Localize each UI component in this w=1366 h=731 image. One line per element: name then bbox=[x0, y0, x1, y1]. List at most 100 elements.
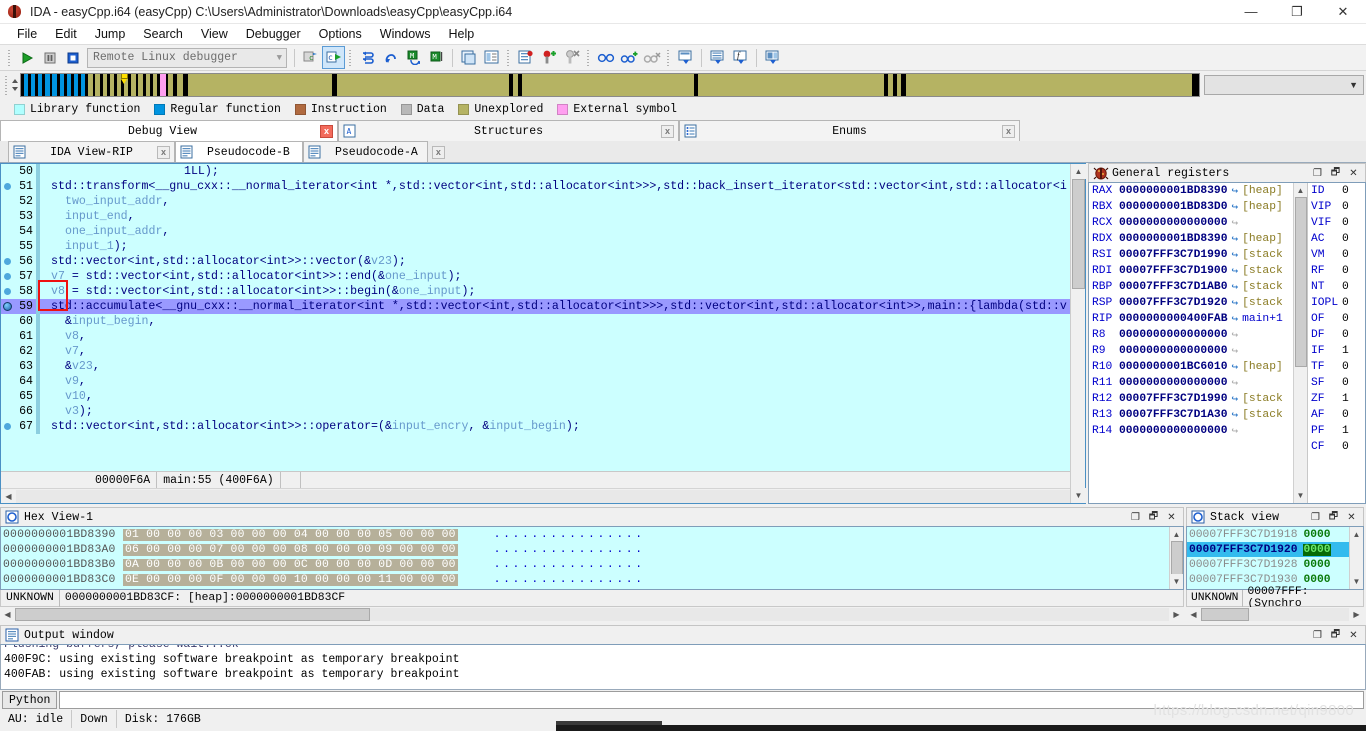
open-subviews-icon[interactable] bbox=[481, 47, 502, 68]
menu-file[interactable]: File bbox=[8, 25, 46, 43]
hex-bytes[interactable]: 0E 00 00 00 0F 00 00 00 10 00 00 00 11 0… bbox=[123, 573, 458, 586]
scroll-down-arrow[interactable]: ▼ bbox=[1294, 488, 1307, 503]
flag-value[interactable]: 1 bbox=[1342, 393, 1349, 405]
register-value[interactable]: 0000000001BD8390 bbox=[1119, 233, 1227, 245]
register-rows[interactable]: RAX 0000000001BD8390 ↪ [heap] RBX 0000000001B… bbox=[1089, 183, 1293, 503]
run-to-cursor-icon[interactable]: M bbox=[403, 47, 424, 68]
flag-value[interactable]: 0 bbox=[1342, 361, 1349, 373]
restore-icon[interactable]: 🗗 bbox=[1328, 511, 1339, 523]
hex-row[interactable]: 0000000001BD83B0 0A 00 00 00 0B 00 00 00 … bbox=[1, 557, 1169, 572]
stack-vscrollbar[interactable]: ▲ ▼ bbox=[1349, 527, 1363, 589]
pseudocode-line[interactable]: 57 v7 = std::vector<int,std::allocator<in… bbox=[1, 269, 1085, 284]
breakpoint-dot[interactable] bbox=[1, 423, 14, 430]
follow-arrow-icon[interactable]: ↪ bbox=[1231, 248, 1238, 262]
scroll-up-arrow[interactable]: ▲ bbox=[1170, 527, 1183, 542]
register-value[interactable]: 0000000000000000 bbox=[1119, 329, 1227, 341]
hex-hscrollbar[interactable]: ◀ ▶ bbox=[0, 607, 1184, 622]
minimize-icon[interactable]: ❐ bbox=[1312, 630, 1323, 641]
close-icon[interactable]: x bbox=[431, 145, 445, 159]
menu-debugger[interactable]: Debugger bbox=[237, 25, 310, 43]
pseudocode-line[interactable]: 59 std::accumulate<__gnu_cxx::__normal_it… bbox=[1, 299, 1085, 314]
pseudocode-line[interactable]: 54 one_input_addr, bbox=[1, 224, 1085, 239]
register-row[interactable]: R9 0000000000000000 ↪ bbox=[1089, 343, 1293, 359]
stack-value[interactable]: 0000 bbox=[1303, 559, 1330, 571]
watch-list-icon[interactable] bbox=[595, 47, 616, 68]
minimize-icon[interactable]: ❐ bbox=[1312, 168, 1323, 179]
follow-arrow-icon[interactable]: ↪ bbox=[1231, 232, 1238, 246]
segments-list-icon[interactable] bbox=[762, 47, 783, 68]
stack-hscrollbar[interactable]: ◀ ▶ bbox=[1186, 607, 1364, 622]
scroll-track[interactable] bbox=[1201, 608, 1349, 621]
python-mode-button[interactable]: Python bbox=[2, 691, 58, 709]
scroll-left-arrow[interactable]: ◀ bbox=[0, 608, 15, 622]
register-value[interactable]: 00007FFF3C7D1920 bbox=[1119, 297, 1227, 309]
flag-row[interactable]: SF 0 bbox=[1308, 375, 1365, 391]
detach-process-icon[interactable]: c bbox=[322, 46, 345, 69]
flag-row[interactable]: CF 0 bbox=[1308, 439, 1365, 455]
toolbar-grip-4[interactable] bbox=[585, 48, 592, 67]
stack-row[interactable]: 00007FFF3C7D1920 0000 bbox=[1187, 542, 1349, 557]
register-row[interactable]: RIP 0000000000400FAB ↪ main+1 bbox=[1089, 311, 1293, 327]
register-value[interactable]: 0000000001BC6010 bbox=[1119, 361, 1227, 373]
hex-row[interactable]: 0000000001BD8390 01 00 00 00 03 00 00 00 … bbox=[1, 527, 1169, 542]
register-value[interactable]: 0000000000400FAB bbox=[1119, 313, 1227, 325]
flag-row[interactable]: VIF 0 bbox=[1308, 215, 1365, 231]
delete-breakpoint-icon[interactable] bbox=[561, 47, 582, 68]
register-row[interactable]: RSI 00007FFF3C7D1990 ↪ [stack bbox=[1089, 247, 1293, 263]
stack-value[interactable]: 0000 bbox=[1303, 574, 1330, 586]
current-ip-marker[interactable] bbox=[1, 302, 14, 311]
register-value[interactable]: 00007FFF3C7D1AB0 bbox=[1119, 281, 1227, 293]
hex-bytes[interactable]: 01 00 00 00 03 00 00 00 04 00 00 00 05 0… bbox=[123, 528, 458, 541]
flag-rows[interactable]: ID 0 VIP 0 VIF 0 AC 0 VM 0 RF 0 NT 0 IOPL 0 OF 0 DF 0 IF 1 TF 0… bbox=[1307, 183, 1365, 503]
python-input[interactable] bbox=[59, 691, 1364, 709]
scroll-up-arrow[interactable]: ▲ bbox=[1071, 164, 1086, 179]
flag-value[interactable]: 1 bbox=[1342, 425, 1349, 437]
flag-value[interactable]: 0 bbox=[1342, 201, 1349, 213]
navband-combo[interactable]: ▼ bbox=[1204, 75, 1364, 95]
pseudocode-line[interactable]: 65 v10, bbox=[1, 389, 1085, 404]
restore-icon[interactable]: 🗗 bbox=[1330, 167, 1341, 179]
close-icon[interactable]: x bbox=[1002, 124, 1015, 138]
pseudocode-line[interactable]: 55 input_1); bbox=[1, 239, 1085, 254]
flag-value[interactable]: 0 bbox=[1342, 185, 1349, 197]
flag-row[interactable]: VM 0 bbox=[1308, 247, 1365, 263]
menu-help[interactable]: Help bbox=[439, 25, 483, 43]
function-list-icon[interactable]: f bbox=[730, 47, 751, 68]
scroll-thumb[interactable] bbox=[1295, 197, 1307, 367]
follow-arrow-icon[interactable]: ↪ bbox=[1231, 312, 1238, 326]
register-row[interactable]: RCX 0000000000000000 ↪ bbox=[1089, 215, 1293, 231]
pseudocode-line[interactable]: 50 1LL); bbox=[1, 164, 1085, 179]
tab-pseudocode-b[interactable]: Pseudocode-B x bbox=[175, 141, 317, 162]
close-icon[interactable]: ✕ bbox=[1348, 630, 1359, 641]
pause-button[interactable] bbox=[39, 47, 60, 68]
stack-row[interactable]: 00007FFF3C7D1918 0000 bbox=[1187, 527, 1349, 542]
register-value[interactable]: 0000000000000000 bbox=[1119, 425, 1227, 437]
scroll-right-arrow[interactable]: ▶ bbox=[1169, 608, 1184, 622]
flag-value[interactable]: 0 bbox=[1342, 377, 1349, 389]
scroll-thumb[interactable] bbox=[15, 608, 370, 621]
register-value[interactable]: 00007FFF3C7D1990 bbox=[1119, 393, 1227, 405]
hex-bytes[interactable]: 0A 00 00 00 0B 00 00 00 0C 00 00 00 0D 0… bbox=[123, 558, 458, 571]
pseudocode-line[interactable]: 62 v7, bbox=[1, 344, 1085, 359]
hex-rows[interactable]: 0000000001BD8390 01 00 00 00 03 00 00 00 … bbox=[1, 527, 1169, 589]
flag-value[interactable]: 0 bbox=[1342, 441, 1349, 453]
register-row[interactable]: RBP 00007FFF3C7D1AB0 ↪ [stack bbox=[1089, 279, 1293, 295]
follow-arrow-icon[interactable]: ↪ bbox=[1231, 184, 1238, 198]
follow-arrow-icon[interactable]: ↪ bbox=[1231, 200, 1238, 214]
register-row[interactable]: R8 0000000000000000 ↪ bbox=[1089, 327, 1293, 343]
breakpoint-dot[interactable] bbox=[1, 273, 14, 280]
toolbar-grip[interactable] bbox=[6, 48, 13, 67]
flag-row[interactable]: VIP 0 bbox=[1308, 199, 1365, 215]
follow-arrow-icon[interactable]: ↪ bbox=[1231, 408, 1238, 422]
flag-row[interactable]: NT 0 bbox=[1308, 279, 1365, 295]
close-icon[interactable]: ✕ bbox=[1348, 168, 1359, 179]
stack-row[interactable]: 00007FFF3C7D1930 0000 bbox=[1187, 572, 1349, 587]
stack-trace-icon[interactable] bbox=[675, 47, 696, 68]
hex-vscrollbar[interactable]: ▲ ▼ bbox=[1169, 527, 1183, 589]
pseudocode-line[interactable]: 67 std::vector<int,std::allocator<int>>::… bbox=[1, 419, 1085, 434]
pseudocode-line[interactable]: 61 v8, bbox=[1, 329, 1085, 344]
register-value[interactable]: 00007FFF3C7D1900 bbox=[1119, 265, 1227, 277]
navband-grip[interactable] bbox=[2, 74, 10, 96]
stack-rows[interactable]: 00007FFF3C7D1918 0000 00007FFF3C7D1920 0000… bbox=[1187, 527, 1349, 589]
flag-row[interactable]: IOPL 0 bbox=[1308, 295, 1365, 311]
